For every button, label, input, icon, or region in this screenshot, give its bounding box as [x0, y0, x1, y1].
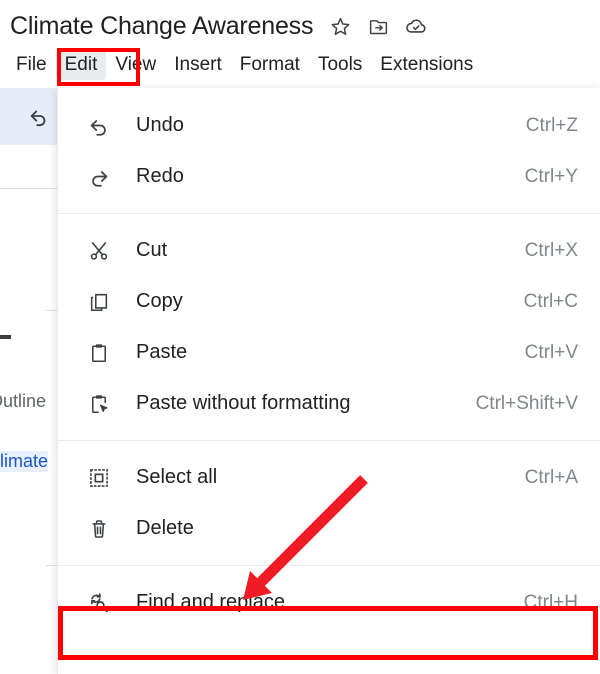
menubar-item-tools[interactable]: Tools — [309, 50, 371, 80]
star-icon[interactable] — [329, 15, 351, 37]
menu-item-accelerator: Ctrl+A — [524, 466, 578, 488]
menu-item-accelerator: Ctrl+C — [523, 290, 578, 312]
ruler-mark-bottom — [46, 565, 57, 566]
document-toolbar — [0, 88, 57, 145]
annotation-highlight-find-and-replace — [58, 606, 598, 660]
move-to-folder-icon[interactable] — [367, 15, 389, 37]
menu-separator — [58, 440, 600, 441]
annotation-highlight-edit-menu — [57, 48, 140, 86]
menu-group-selection: Select all Ctrl+A Delete — [58, 450, 600, 556]
copy-icon — [86, 289, 112, 315]
menu-item-select-all[interactable]: Select all Ctrl+A — [58, 452, 600, 503]
menubar-item-format[interactable]: Format — [231, 50, 309, 80]
undo-icon[interactable] — [28, 105, 50, 127]
menu-item-label: Redo — [136, 165, 184, 187]
select-all-icon — [86, 465, 112, 491]
cut-icon — [86, 238, 112, 264]
edit-dropdown-menu: Undo Ctrl+Z Redo Ctrl+Y Cut Ctrl+X Copy … — [57, 88, 600, 674]
menu-separator — [58, 213, 600, 214]
paste-icon — [86, 340, 112, 366]
menu-item-copy[interactable]: Copy Ctrl+C — [58, 276, 600, 327]
menubar-item-insert[interactable]: Insert — [165, 50, 231, 80]
outline-panel-title: Outline — [0, 391, 47, 411]
outline-collapse-icon[interactable] — [0, 335, 11, 339]
menu-item-accelerator: Ctrl+X — [524, 239, 578, 261]
menubar-item-file[interactable]: File — [7, 50, 56, 80]
menu-item-undo[interactable]: Undo Ctrl+Z — [58, 100, 600, 151]
menu-group-clipboard: Cut Ctrl+X Copy Ctrl+C Paste Ctrl+V Past… — [58, 223, 600, 431]
menu-item-accelerator: Ctrl+Shift+V — [475, 392, 578, 414]
menu-group-history: Undo Ctrl+Z Redo Ctrl+Y — [58, 98, 600, 204]
menu-item-label: Select all — [136, 466, 218, 488]
document-left-pane: Outline Climate — [0, 88, 57, 674]
menu-item-paste[interactable]: Paste Ctrl+V — [58, 327, 600, 378]
menu-separator — [58, 565, 600, 566]
menu-item-accelerator: Ctrl+Y — [524, 165, 578, 187]
menu-item-accelerator: Ctrl+V — [524, 341, 578, 363]
paste-plain-icon — [86, 391, 112, 417]
page-title[interactable]: Climate Change Awareness — [10, 12, 313, 41]
menu-item-label: Delete — [136, 517, 194, 539]
menu-item-cut[interactable]: Cut Ctrl+X — [58, 225, 600, 276]
toolbar-divider — [0, 188, 57, 189]
menu-item-redo[interactable]: Redo Ctrl+Y — [58, 151, 600, 202]
menu-item-delete[interactable]: Delete — [58, 503, 600, 554]
title-row: Climate Change Awareness — [10, 7, 427, 45]
menu-item-label: Cut — [136, 239, 168, 261]
menu-item-label: Undo — [136, 114, 184, 136]
redo-icon — [86, 164, 112, 190]
delete-icon — [86, 516, 112, 542]
ruler-mark-top — [46, 310, 57, 311]
undo-icon — [86, 113, 112, 139]
outline-entry-climate[interactable]: Climate — [0, 451, 49, 472]
menu-item-label: Copy — [136, 290, 183, 312]
cloud-saved-icon[interactable] — [405, 15, 427, 37]
menu-item-label: Paste — [136, 341, 188, 363]
menubar-item-extensions[interactable]: Extensions — [371, 50, 482, 80]
menu-item-paste-without-formatting[interactable]: Paste without formatting Ctrl+Shift+V — [58, 378, 600, 429]
menu-item-accelerator: Ctrl+Z — [525, 114, 578, 136]
menu-item-label: Paste without formatting — [136, 392, 351, 414]
